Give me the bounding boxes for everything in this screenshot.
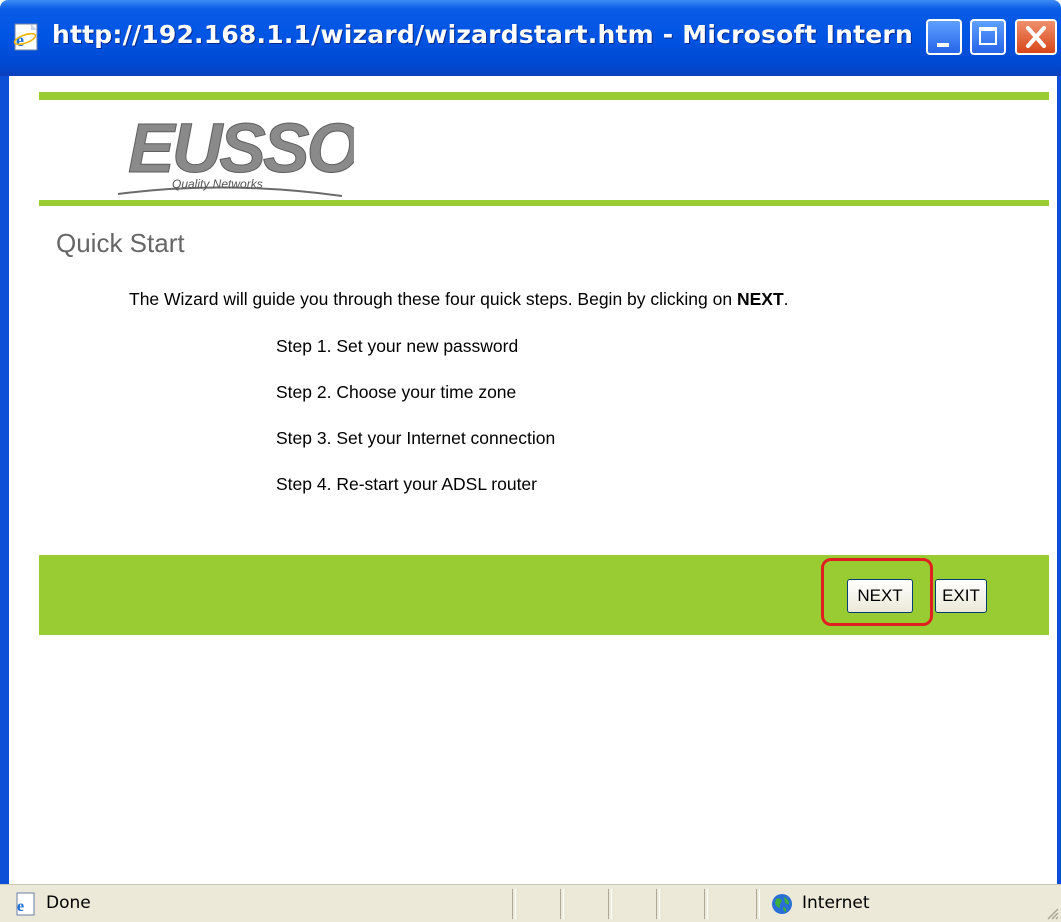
resize-grip-icon[interactable] xyxy=(1045,906,1059,920)
step-1: Step 1. Set your new password xyxy=(276,336,519,356)
step-3: Step 3. Set your Internet connection xyxy=(276,428,556,448)
ie-page-icon: e xyxy=(13,23,38,51)
window-frame-right xyxy=(1057,76,1061,884)
step-4: Step 4. Re-start your ADSL router xyxy=(276,474,537,494)
window-title: http://192.168.1.1/wizard/wizardstart.ht… xyxy=(52,20,912,49)
status-divider xyxy=(756,889,760,919)
page-title: Quick Start xyxy=(56,228,185,258)
status-divider xyxy=(656,889,660,919)
action-bar: NEXT EXIT xyxy=(39,555,1049,635)
status-text: Done xyxy=(46,893,91,913)
step-2: Step 2. Choose your time zone xyxy=(276,382,517,402)
status-divider xyxy=(608,889,612,919)
window-title-bar[interactable]: e http://192.168.1.1/wizard/wizardstart.… xyxy=(0,0,1061,76)
status-divider xyxy=(704,889,708,919)
status-divider xyxy=(512,889,516,919)
window-frame-left xyxy=(0,76,9,884)
eusso-logo: EUSSO Quality Networks xyxy=(117,109,354,197)
intro-text-end: . xyxy=(783,289,789,309)
svg-text:Quality Networks: Quality Networks xyxy=(172,177,263,191)
close-button[interactable] xyxy=(1015,19,1057,55)
status-divider xyxy=(560,889,564,919)
intro-text-body: The Wizard will guide you through these … xyxy=(129,289,737,309)
svg-text:EUSSO: EUSSO xyxy=(128,109,354,187)
header-divider-top xyxy=(39,92,1049,100)
security-zone-text: Internet xyxy=(802,893,870,913)
minimize-button[interactable] xyxy=(926,19,962,55)
svg-text:e: e xyxy=(17,898,24,915)
next-button[interactable]: NEXT xyxy=(847,579,913,613)
exit-button[interactable]: EXIT xyxy=(935,579,987,613)
intro-text: The Wizard will guide you through these … xyxy=(129,289,1049,310)
page-content: EUSSO Quality Networks Quick Start The W… xyxy=(9,76,1057,884)
status-bar: e Done Internet xyxy=(0,884,1061,922)
maximize-button[interactable] xyxy=(970,19,1006,55)
close-icon xyxy=(1026,26,1046,48)
minimize-icon xyxy=(937,43,949,47)
svg-text:e: e xyxy=(16,30,24,50)
header-divider-bottom xyxy=(39,200,1049,206)
internet-globe-icon xyxy=(772,894,792,914)
maximize-icon xyxy=(979,27,997,45)
page-done-icon: e xyxy=(16,892,35,916)
intro-next-emphasis: NEXT xyxy=(736,289,784,309)
